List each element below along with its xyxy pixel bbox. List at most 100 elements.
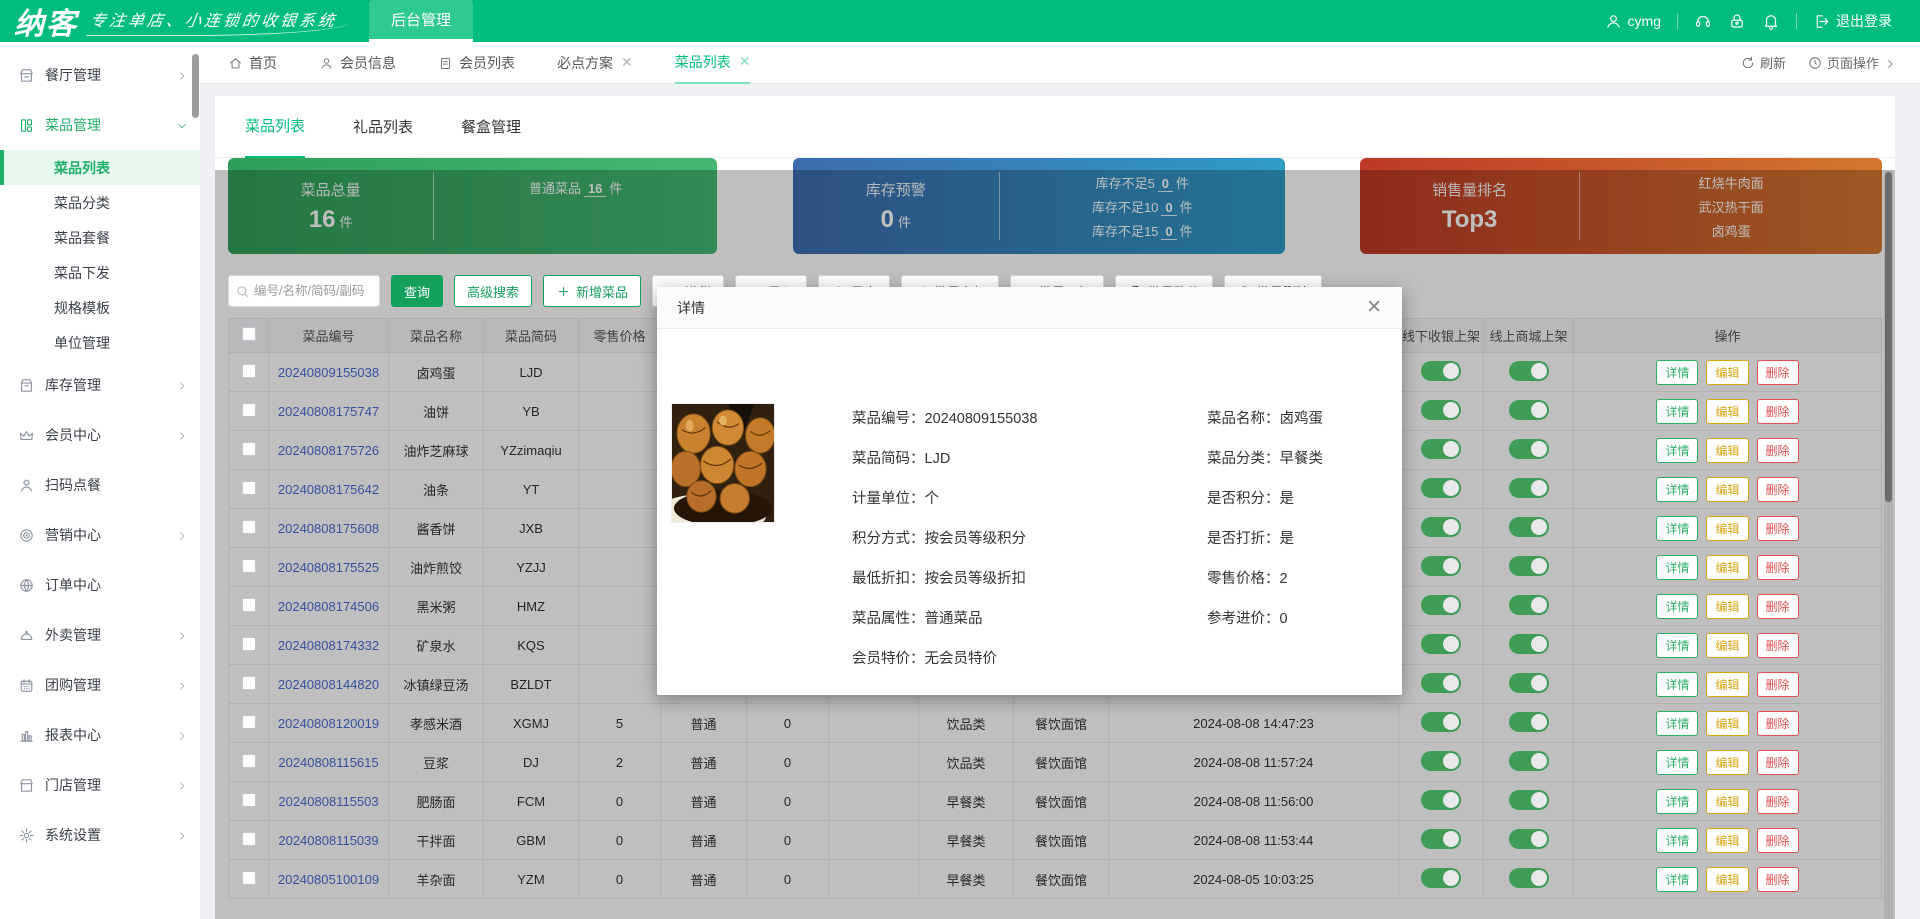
- sidebar-subitem-0[interactable]: 菜品列表: [0, 150, 200, 185]
- tab-2[interactable]: 会员列表: [438, 42, 515, 84]
- detail-button[interactable]: 详情: [1656, 633, 1698, 658]
- page-ops-button[interactable]: 页面操作: [1808, 53, 1896, 72]
- edit-button[interactable]: 编辑: [1706, 399, 1748, 424]
- row-checkbox[interactable]: [242, 793, 256, 807]
- del-button[interactable]: 删除: [1757, 789, 1799, 814]
- lock-icon[interactable]: [1728, 12, 1746, 30]
- sidebar-item-5[interactable]: 营销中心: [0, 510, 200, 560]
- edit-button[interactable]: 编辑: [1706, 594, 1748, 619]
- mall-on-toggle[interactable]: [1509, 673, 1549, 693]
- pos-on-toggle[interactable]: [1421, 868, 1461, 888]
- pos-on-toggle[interactable]: [1421, 361, 1461, 381]
- sidebar-item-1[interactable]: 菜品管理: [0, 100, 200, 150]
- detail-button[interactable]: 详情: [1656, 360, 1698, 385]
- pos-on-toggle[interactable]: [1421, 673, 1461, 693]
- sidebar-item-8[interactable]: 团购管理: [0, 660, 200, 710]
- pos-on-toggle[interactable]: [1421, 712, 1461, 732]
- del-button[interactable]: 删除: [1757, 594, 1799, 619]
- detail-button[interactable]: 详情: [1656, 594, 1698, 619]
- sidebar-item-11[interactable]: 系统设置: [0, 810, 200, 860]
- row-checkbox[interactable]: [242, 403, 256, 417]
- mall-on-toggle[interactable]: [1509, 400, 1549, 420]
- del-button[interactable]: 删除: [1757, 633, 1799, 658]
- sidebar-subitem-5[interactable]: 单位管理: [0, 325, 200, 360]
- detail-button[interactable]: 详情: [1656, 711, 1698, 736]
- tab-1[interactable]: 会员信息: [319, 42, 396, 84]
- del-button[interactable]: 删除: [1757, 555, 1799, 580]
- sidebar-item-0[interactable]: 餐厅管理: [0, 50, 200, 100]
- detail-button[interactable]: 详情: [1656, 438, 1698, 463]
- detail-button[interactable]: 详情: [1656, 399, 1698, 424]
- pos-on-toggle[interactable]: [1421, 790, 1461, 810]
- del-button[interactable]: 删除: [1757, 438, 1799, 463]
- mall-on-toggle[interactable]: [1509, 595, 1549, 615]
- close-icon[interactable]: ✕: [739, 53, 751, 70]
- sidebar-item-3[interactable]: 会员中心: [0, 410, 200, 460]
- pos-on-toggle[interactable]: [1421, 517, 1461, 537]
- mall-on-toggle[interactable]: [1509, 634, 1549, 654]
- bell-icon[interactable]: [1762, 12, 1780, 30]
- row-checkbox[interactable]: [242, 871, 256, 885]
- toolbar-button-2[interactable]: 新增菜品: [543, 275, 641, 307]
- detail-button[interactable]: 详情: [1656, 789, 1698, 814]
- row-checkbox[interactable]: [242, 598, 256, 612]
- edit-button[interactable]: 编辑: [1706, 477, 1748, 502]
- del-button[interactable]: 删除: [1757, 867, 1799, 892]
- subtab-1[interactable]: 礼品列表: [353, 96, 413, 158]
- mall-on-toggle[interactable]: [1509, 478, 1549, 498]
- row-checkbox[interactable]: [242, 715, 256, 729]
- row-checkbox[interactable]: [242, 520, 256, 534]
- sidebar-scrollbar[interactable]: [192, 54, 199, 118]
- detail-button[interactable]: 详情: [1656, 555, 1698, 580]
- sidebar-subitem-2[interactable]: 菜品套餐: [0, 220, 200, 255]
- edit-button[interactable]: 编辑: [1706, 360, 1748, 385]
- edit-button[interactable]: 编辑: [1706, 555, 1748, 580]
- del-button[interactable]: 删除: [1757, 477, 1799, 502]
- detail-button[interactable]: 详情: [1656, 516, 1698, 541]
- select-all-checkbox[interactable]: [242, 327, 256, 341]
- mall-on-toggle[interactable]: [1509, 868, 1549, 888]
- backend-nav-tab[interactable]: 后台管理: [369, 0, 473, 42]
- del-button[interactable]: 删除: [1757, 828, 1799, 853]
- sidebar-subitem-1[interactable]: 菜品分类: [0, 185, 200, 220]
- logout-button[interactable]: 退出登录: [1813, 11, 1892, 31]
- del-button[interactable]: 删除: [1757, 399, 1799, 424]
- pos-on-toggle[interactable]: [1421, 478, 1461, 498]
- del-button[interactable]: 删除: [1757, 711, 1799, 736]
- edit-button[interactable]: 编辑: [1706, 789, 1748, 814]
- sidebar-item-7[interactable]: 外卖管理: [0, 610, 200, 660]
- pos-on-toggle[interactable]: [1421, 400, 1461, 420]
- toolbar-button-0[interactable]: 查询: [391, 275, 443, 307]
- sidebar-item-9[interactable]: 报表中心: [0, 710, 200, 760]
- detail-button[interactable]: 详情: [1656, 750, 1698, 775]
- sidebar-item-10[interactable]: 门店管理: [0, 760, 200, 810]
- detail-button[interactable]: 详情: [1656, 672, 1698, 697]
- support-icon[interactable]: [1694, 12, 1712, 30]
- close-icon[interactable]: ✕: [1366, 298, 1382, 317]
- mall-on-toggle[interactable]: [1509, 439, 1549, 459]
- tab-3[interactable]: 必点方案✕: [557, 42, 633, 84]
- sidebar-subitem-4[interactable]: 规格模板: [0, 290, 200, 325]
- mall-on-toggle[interactable]: [1509, 517, 1549, 537]
- row-checkbox[interactable]: [242, 442, 256, 456]
- row-checkbox[interactable]: [242, 832, 256, 846]
- sidebar-item-6[interactable]: 订单中心: [0, 560, 200, 610]
- subtab-0[interactable]: 菜品列表: [245, 96, 305, 158]
- tab-4[interactable]: 菜品列表✕: [675, 42, 751, 84]
- pos-on-toggle[interactable]: [1421, 439, 1461, 459]
- edit-button[interactable]: 编辑: [1706, 828, 1748, 853]
- del-button[interactable]: 删除: [1757, 672, 1799, 697]
- edit-button[interactable]: 编辑: [1706, 750, 1748, 775]
- row-checkbox[interactable]: [242, 676, 256, 690]
- edit-button[interactable]: 编辑: [1706, 867, 1748, 892]
- pos-on-toggle[interactable]: [1421, 595, 1461, 615]
- detail-button[interactable]: 详情: [1656, 828, 1698, 853]
- pos-on-toggle[interactable]: [1421, 634, 1461, 654]
- pos-on-toggle[interactable]: [1421, 829, 1461, 849]
- row-checkbox[interactable]: [242, 637, 256, 651]
- pos-on-toggle[interactable]: [1421, 751, 1461, 771]
- mall-on-toggle[interactable]: [1509, 751, 1549, 771]
- edit-button[interactable]: 编辑: [1706, 672, 1748, 697]
- edit-button[interactable]: 编辑: [1706, 633, 1748, 658]
- row-checkbox[interactable]: [242, 754, 256, 768]
